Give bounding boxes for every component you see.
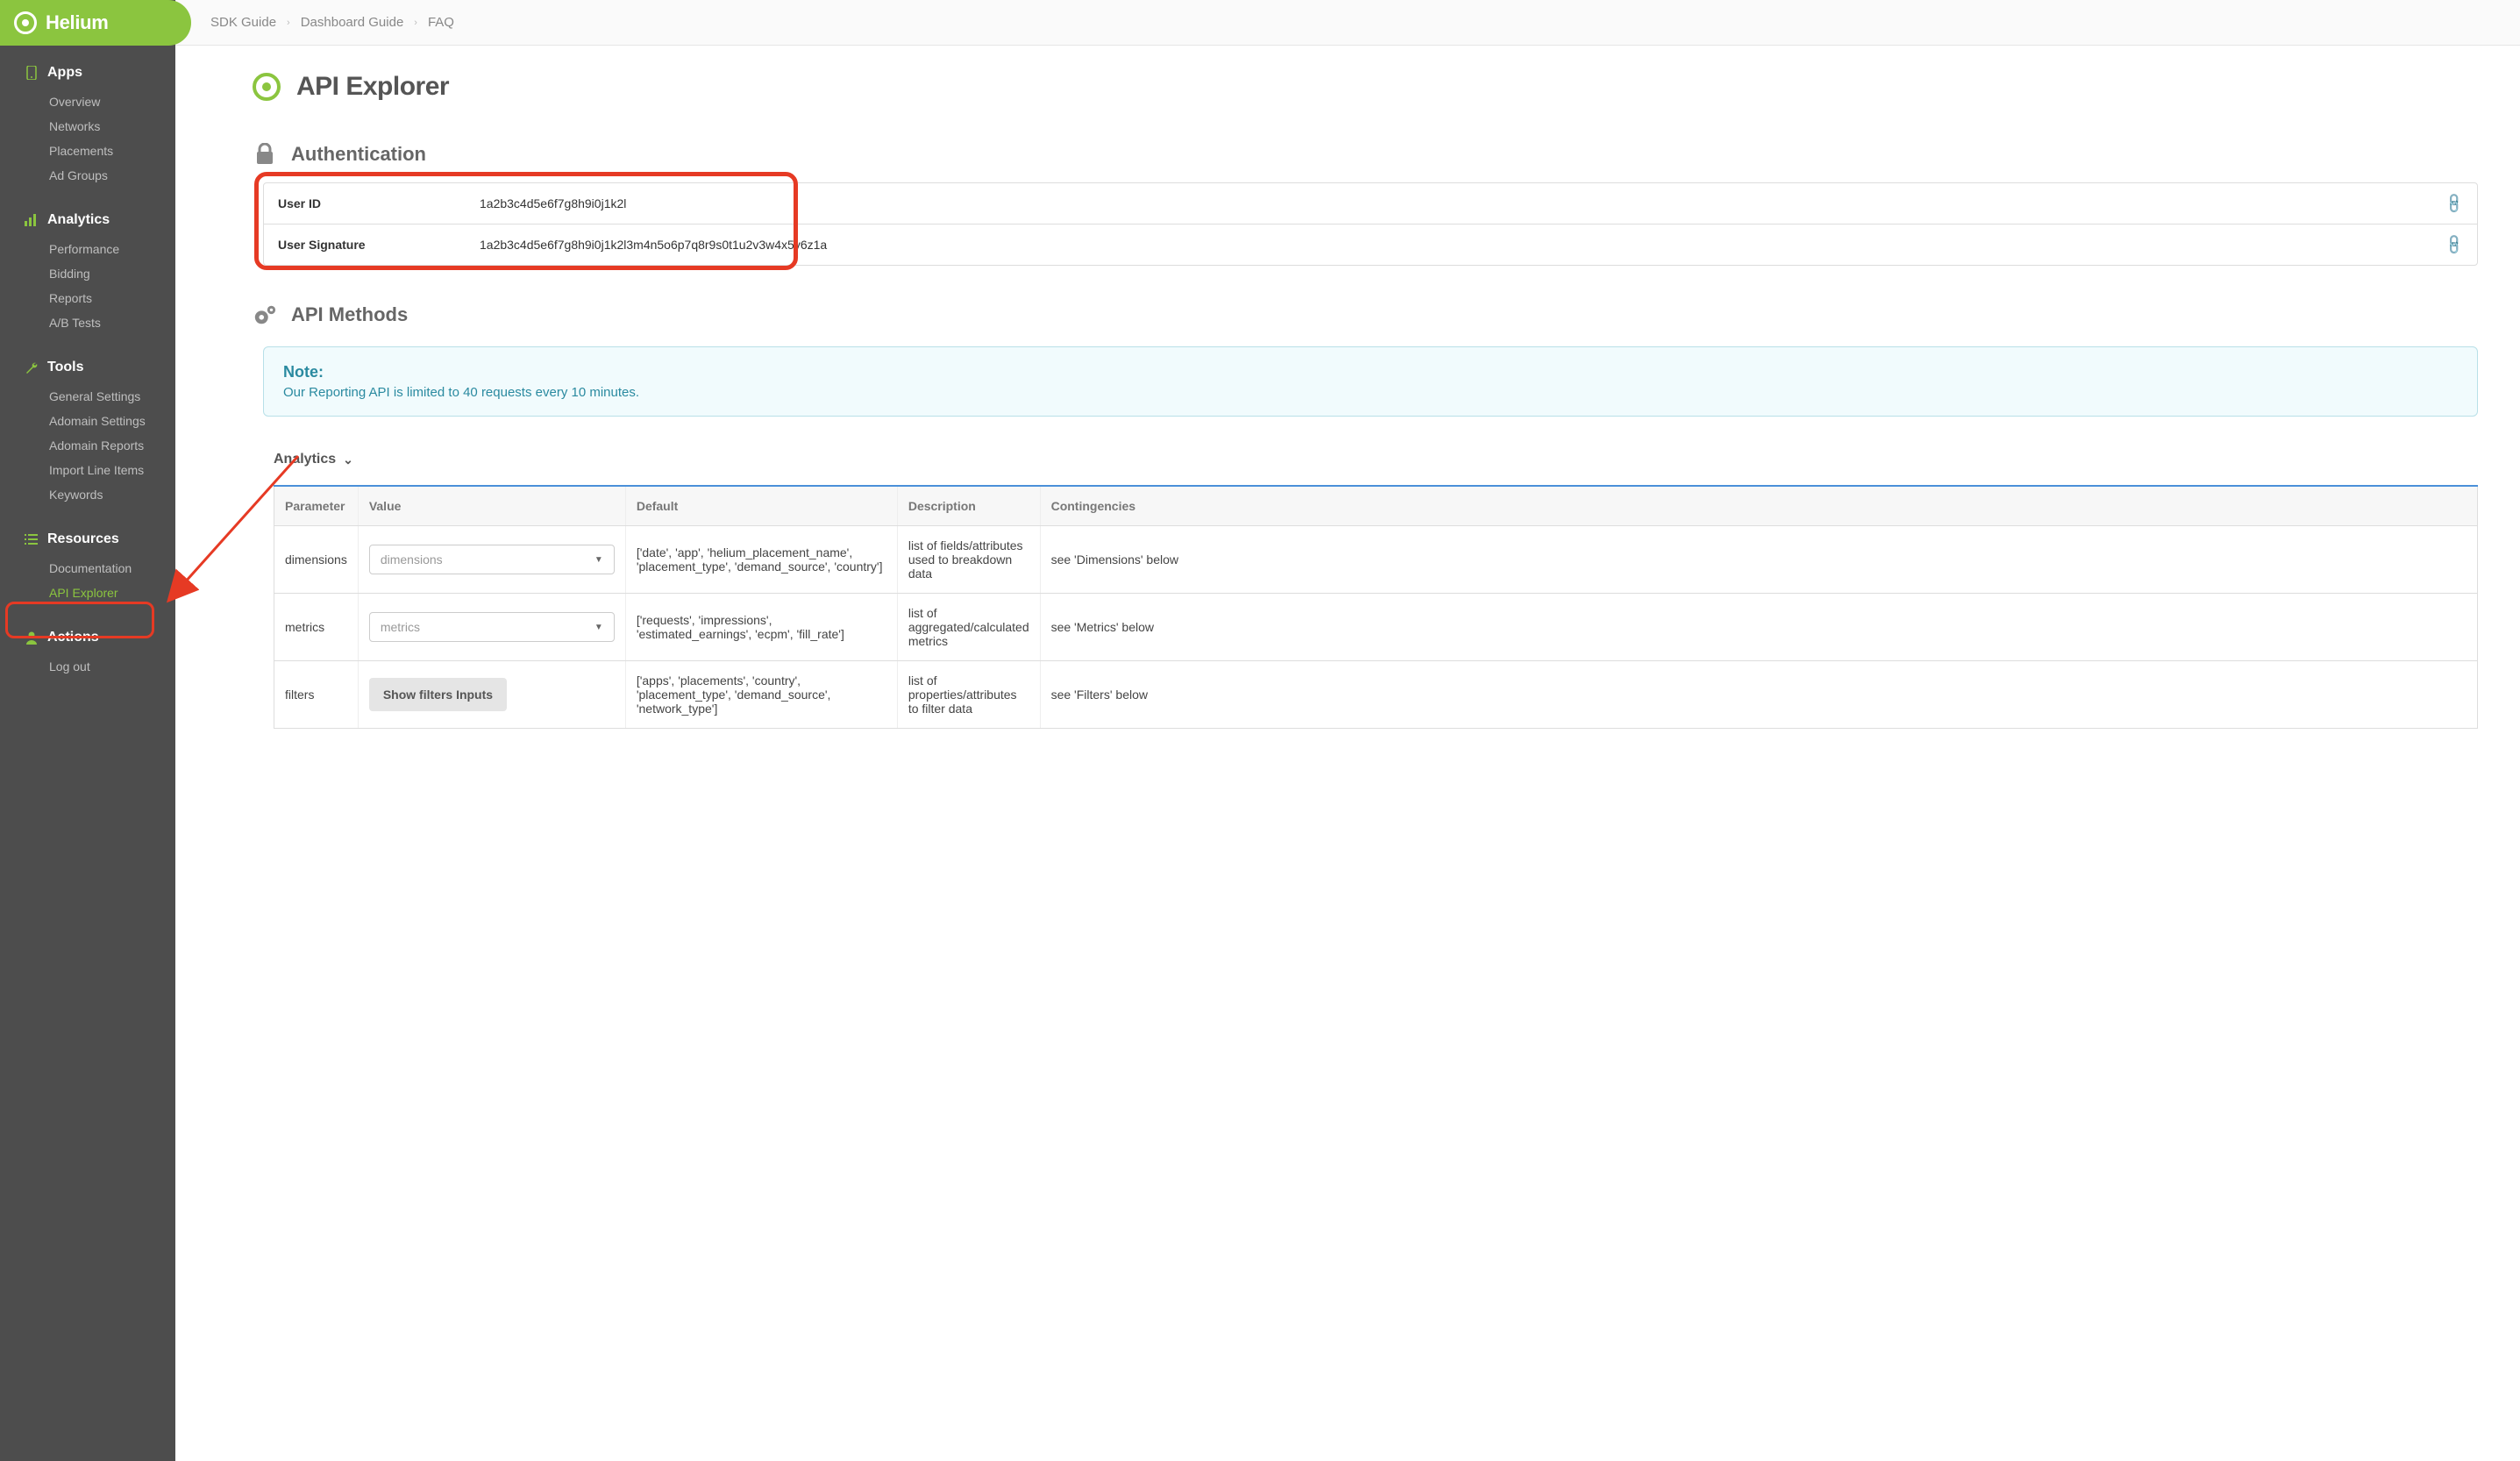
cell-default: ['date', 'app', 'helium_placement_name',… [625, 526, 897, 594]
auth-row-value: 1a2b3c4d5e6f7g8h9i0j1k2l [466, 183, 2431, 224]
nav-header-analytics[interactable]: Analytics [0, 212, 175, 228]
sidebar-item-ad-groups[interactable]: Ad Groups [0, 163, 175, 188]
cell-cont: see 'Filters' below [1040, 661, 2477, 729]
nav-header-label: Resources [47, 531, 119, 547]
sidebar-item-import-line-items[interactable]: Import Line Items [0, 458, 175, 482]
sidebar-item-adomain-settings[interactable]: Adomain Settings [0, 409, 175, 433]
nav-header-label: Tools [47, 360, 83, 375]
sidebar: Helium Apps Overview Networks Placements… [0, 0, 175, 1461]
nav-header-resources[interactable]: Resources [0, 531, 175, 547]
caret-down-icon: ▼ [594, 623, 603, 632]
methods-section-title: API Methods [291, 303, 408, 326]
nav-header-apps[interactable]: Apps [0, 65, 175, 81]
cell-default: ['requests', 'impressions', 'estimated_e… [625, 594, 897, 661]
auth-row-label: User Signature [264, 224, 466, 265]
breadcrumb-faq[interactable]: FAQ [428, 15, 454, 30]
sidebar-item-adomain-reports[interactable]: Adomain Reports [0, 433, 175, 458]
cell-cont: see 'Metrics' below [1040, 594, 2477, 661]
sidebar-item-overview[interactable]: Overview [0, 89, 175, 114]
note-title: Note: [283, 363, 2458, 381]
user-icon [25, 631, 38, 645]
brand-name: Helium [46, 11, 109, 34]
sidebar-item-networks[interactable]: Networks [0, 114, 175, 139]
nav-header-label: Actions [47, 630, 99, 645]
breadcrumb-sdk-guide[interactable]: SDK Guide [210, 15, 276, 30]
cell-desc: list of aggregated/calculated metrics [897, 594, 1040, 661]
th-description: Description [897, 486, 1040, 526]
cell-param: filters [274, 661, 359, 729]
table-row: metrics metrics ▼ ['requests', 'impressi… [274, 594, 2478, 661]
cell-desc: list of fields/attributes used to breakd… [897, 526, 1040, 594]
link-icon[interactable]: 🔗 [2442, 232, 2467, 257]
nav-header-tools[interactable]: Tools [0, 360, 175, 375]
cell-param: metrics [274, 594, 359, 661]
metrics-select[interactable]: metrics ▼ [369, 612, 615, 642]
th-value: Value [358, 486, 625, 526]
note-text: Our Reporting API is limited to 40 reque… [283, 385, 2458, 400]
sidebar-item-api-explorer[interactable]: API Explorer [0, 581, 175, 605]
sidebar-item-log-out[interactable]: Log out [0, 654, 175, 679]
select-placeholder: dimensions [381, 552, 443, 567]
mobile-icon [25, 67, 38, 80]
chevron-right-icon: › [414, 18, 417, 28]
th-default: Default [625, 486, 897, 526]
cell-cont: see 'Dimensions' below [1040, 526, 2477, 594]
wrench-icon [25, 361, 38, 374]
sidebar-item-ab-tests[interactable]: A/B Tests [0, 310, 175, 335]
nav-header-label: Apps [47, 65, 82, 81]
link-icon[interactable]: 🔗 [2442, 191, 2467, 216]
lock-icon [253, 142, 277, 167]
auth-table: User ID 1a2b3c4d5e6f7g8h9i0j1k2l 🔗 User … [263, 182, 2478, 266]
logo-bar[interactable]: Helium [0, 0, 191, 46]
list-icon [25, 533, 38, 546]
sidebar-item-bidding[interactable]: Bidding [0, 261, 175, 286]
dimensions-select[interactable]: dimensions ▼ [369, 545, 615, 574]
collapse-label: Analytics [274, 452, 336, 467]
breadcrumb: SDK Guide › Dashboard Guide › FAQ [175, 0, 2520, 46]
chevron-down-icon: ⌄ [343, 453, 353, 467]
sidebar-item-reports[interactable]: Reports [0, 286, 175, 310]
gears-icon [253, 303, 277, 327]
cell-desc: list of properties/attributes to filter … [897, 661, 1040, 729]
auth-row-label: User ID [264, 183, 466, 224]
table-row: filters Show filters Inputs ['apps', 'pl… [274, 661, 2478, 729]
cell-param: dimensions [274, 526, 359, 594]
th-parameter: Parameter [274, 486, 359, 526]
chart-icon [25, 214, 38, 227]
sidebar-item-performance[interactable]: Performance [0, 237, 175, 261]
nav-header-actions[interactable]: Actions [0, 630, 175, 645]
th-contingencies: Contingencies [1040, 486, 2477, 526]
page-title-icon [253, 73, 281, 101]
content-area: SDK Guide › Dashboard Guide › FAQ API Ex… [175, 0, 2520, 1461]
analytics-collapse-toggle[interactable]: Analytics ⌄ [274, 452, 2478, 467]
logo-icon [14, 11, 37, 34]
table-row: dimensions dimensions ▼ ['date', 'app', … [274, 526, 2478, 594]
params-table: Parameter Value Default Description Cont… [274, 485, 2478, 729]
chevron-right-icon: › [287, 18, 290, 28]
note-box: Note: Our Reporting API is limited to 40… [263, 346, 2478, 417]
breadcrumb-dashboard-guide[interactable]: Dashboard Guide [301, 15, 404, 30]
sidebar-item-placements[interactable]: Placements [0, 139, 175, 163]
show-filters-button[interactable]: Show filters Inputs [369, 678, 507, 711]
cell-default: ['apps', 'placements', 'country', 'place… [625, 661, 897, 729]
nav-header-label: Analytics [47, 212, 110, 228]
sidebar-item-documentation[interactable]: Documentation [0, 556, 175, 581]
sidebar-item-keywords[interactable]: Keywords [0, 482, 175, 507]
auth-row-value: 1a2b3c4d5e6f7g8h9i0j1k2l3m4n5o6p7q8r9s0t… [466, 224, 2431, 265]
auth-section-title: Authentication [291, 143, 426, 166]
page-title: API Explorer [296, 72, 449, 102]
sidebar-item-general-settings[interactable]: General Settings [0, 384, 175, 409]
select-placeholder: metrics [381, 620, 420, 634]
caret-down-icon: ▼ [594, 555, 603, 565]
